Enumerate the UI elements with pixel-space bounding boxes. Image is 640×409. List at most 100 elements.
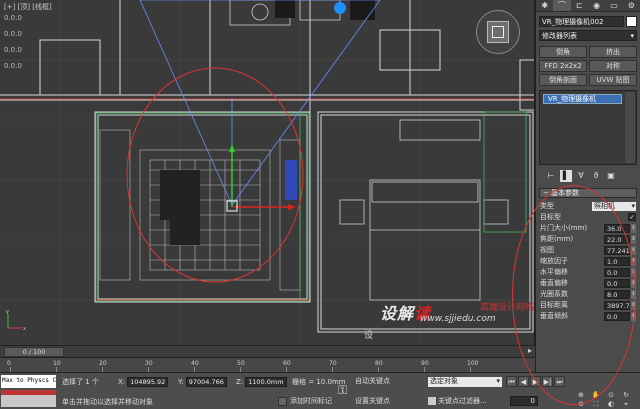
param-spinner-field[interactable]: 1.0 (604, 256, 630, 266)
param-row: 缩放因子 1.0 ⇕ (540, 256, 636, 266)
stack-scrollbar[interactable] (625, 92, 635, 163)
bevel-button[interactable]: 倒角 (539, 46, 587, 58)
camera-type-dropdown[interactable]: 照相机 (592, 201, 636, 211)
param-label: 类型 (540, 202, 554, 210)
maxscript-output[interactable] (1, 390, 56, 407)
add-time-tag-label: 添加时间标记 (290, 397, 332, 405)
stack-tools: ⊢ ▌ ∀ ϑ ▣ (539, 169, 637, 183)
modifier-list-dropdown[interactable]: 修改器列表 (539, 30, 637, 41)
status-bar: Max to Physcs C 选择了 1 个 单击并拖动以选择并移动对象 X:… (0, 372, 640, 409)
param-label: 垂直偏移 (540, 279, 568, 287)
top-viewport[interactable]: x y [+] [顶] [线框] 0.0.0 0.0.0 0.0.0 0.0.0… (0, 0, 535, 345)
param-spinner-field[interactable]: 0.0 (604, 311, 630, 321)
z-field[interactable]: 1100.0mm (245, 376, 287, 387)
object-color-swatch[interactable] (626, 16, 637, 27)
param-checkbox[interactable]: ✓ (628, 213, 636, 221)
play-icon[interactable]: ▶ (530, 376, 541, 387)
ffd-button[interactable]: FFD 2x2x2 (539, 60, 587, 72)
modifier-buttons: 倒角 挤出 FFD 2x2x2 对称 倒角剖面 UVW 贴图 (539, 46, 637, 86)
walk-through-icon[interactable]: ⌖ (619, 400, 633, 408)
maximize-viewport-icon[interactable]: ⛶ (589, 400, 603, 408)
spinner-arrows-icon[interactable]: ⇕ (631, 289, 636, 299)
spinner-arrows-icon[interactable]: ⇕ (631, 267, 636, 277)
viewport-nav-controls: ⊕ ✋ ⊙ ↻ ⊕ ⛶ ◐ ⌖ (574, 391, 633, 408)
time-slider[interactable]: 0 / 100 (4, 347, 64, 357)
pin-stack-icon[interactable]: ⊢ (545, 170, 557, 182)
current-frame-field[interactable]: 0 (510, 396, 538, 406)
motion-tab-icon[interactable]: ◉ (588, 0, 605, 11)
bevel-profile-button[interactable]: 倒角剖面 (539, 74, 587, 86)
spinner-arrows-icon[interactable]: ⇕ (631, 256, 636, 266)
maxscript-listener[interactable]: Max to Physcs C (1, 375, 56, 388)
track-tick-label: 20 (99, 360, 107, 367)
make-unique-icon[interactable]: ∀ (575, 170, 587, 182)
param-label: 缩放因子 (540, 257, 568, 265)
object-name-row: VR_物理摄像机002 (539, 16, 637, 27)
track-bar[interactable]: 0 10 20 30 40 50 60 70 80 90 100 (0, 357, 535, 372)
go-to-end-icon[interactable]: ⏭ (554, 376, 565, 387)
show-end-result-icon[interactable]: ▌ (560, 170, 572, 182)
remove-modifier-icon[interactable]: ϑ (590, 170, 602, 182)
spinner-arrows-icon[interactable]: ⇕ (631, 278, 636, 288)
x-label: X: (118, 377, 126, 386)
configure-sets-icon[interactable]: ▣ (605, 170, 617, 182)
param-row: 垂直倾斜 0.0 ⇕ (540, 311, 636, 321)
spinner-arrows-icon[interactable]: ⇕ (631, 245, 636, 255)
spinner-arrows-icon[interactable]: ⇕ (631, 234, 636, 244)
auto-key-button[interactable]: 自动关键点 (355, 376, 390, 386)
param-spinner-field[interactable]: 36.0 (604, 223, 630, 233)
param-label: 片门大小(mm) (540, 224, 588, 232)
param-row: 片门大小(mm) 36.0 ⇕ (540, 223, 636, 233)
spinner-arrows-icon[interactable]: ⇕ (631, 223, 636, 233)
roll-icon[interactable]: ↻ (619, 391, 633, 399)
watermark-cn-text: 高端设计网络学 (480, 303, 535, 313)
key-icon[interactable]: ⚿ (338, 383, 347, 398)
filter-icon (428, 397, 436, 405)
time-slider-bar: 0 / 100 ▸ (0, 345, 535, 357)
zoom-all-icon[interactable]: ⊕ (574, 400, 588, 408)
stack-item[interactable]: VR_物理摄像机 (543, 94, 622, 104)
y-field[interactable]: 97004.766 (185, 376, 227, 387)
track-tick-label: 30 (145, 360, 153, 367)
symmetry-button[interactable]: 对称 (589, 60, 637, 72)
display-tab-icon[interactable]: ▭ (605, 0, 622, 11)
time-next-arrow[interactable]: ▸ (528, 346, 532, 355)
basic-params-rollout[interactable]: − 基本参数 (539, 188, 637, 198)
param-spinner-field[interactable]: 0.0 (604, 278, 630, 288)
next-frame-icon[interactable]: ▶| (542, 376, 553, 387)
orbit-icon[interactable]: ⊙ (604, 391, 618, 399)
create-tab-icon[interactable]: ✱ (536, 0, 553, 11)
playback-controls: ⏮ ◀ ▶ ▶| ⏭ (506, 376, 565, 387)
spinner-arrows-icon[interactable]: ⇕ (631, 311, 636, 321)
field-of-view-icon[interactable]: ◐ (604, 400, 618, 408)
param-row: 目标距离 3897.7 ⇕ (540, 300, 636, 310)
param-spinner-field[interactable]: 77.241 (604, 245, 630, 255)
track-tick-label: 0 (7, 360, 11, 367)
hierarchy-tab-icon[interactable]: ⊏ (571, 0, 588, 11)
param-spinner-field[interactable]: 8.0 (604, 289, 630, 299)
param-spinner-field[interactable]: 0.0 (604, 267, 630, 277)
param-label: 垂直倾斜 (540, 312, 568, 320)
prompt-hint: 单击并拖动以选择并移动对象 (62, 398, 153, 406)
object-name-field[interactable]: VR_物理摄像机002 (539, 16, 624, 27)
viewport-label[interactable]: [+] [顶] [线框] (4, 2, 52, 12)
uvw-map-button[interactable]: UVW 贴图 (589, 74, 637, 86)
param-spinner-field[interactable]: 3897.7 (604, 300, 630, 310)
utilities-tab-icon[interactable]: ⚙ (623, 0, 640, 11)
add-time-tag[interactable]: 添加时间标记 (278, 396, 332, 406)
extrude-button[interactable]: 挤出 (589, 46, 637, 58)
pan-icon[interactable]: ✋ (589, 391, 603, 399)
svg-text:y: y (6, 309, 9, 315)
key-filters[interactable]: 关键点过滤器... (428, 396, 487, 406)
viewcube-icon[interactable] (487, 21, 509, 43)
viewcube-navigator[interactable] (476, 10, 520, 54)
x-field[interactable]: 104895.92 (127, 376, 169, 387)
set-key-button[interactable]: 设置关键点 (355, 396, 390, 406)
spinner-arrows-icon[interactable]: ⇕ (631, 300, 636, 310)
selection-set-dropdown[interactable]: 选定对象 (428, 377, 502, 387)
param-spinner-field[interactable]: 22.0 (604, 234, 630, 244)
prev-frame-icon[interactable]: ◀ (518, 376, 529, 387)
zoom-icon[interactable]: ⊕ (574, 391, 588, 399)
go-to-start-icon[interactable]: ⏮ (506, 376, 517, 387)
modify-tab-icon[interactable]: ⌒ (553, 0, 571, 11)
